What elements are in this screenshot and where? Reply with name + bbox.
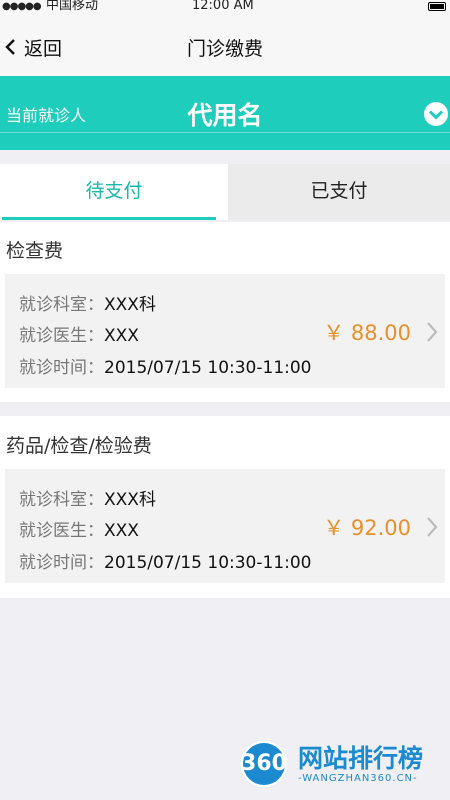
page-title: 门诊缴费 [186, 38, 263, 60]
dept-key: 就诊科室： [19, 490, 104, 510]
price: ￥ 88.00 [323, 321, 411, 345]
tab-paid[interactable]: 已支付 [228, 164, 450, 220]
bill-item[interactable]: 就诊科室：XXX科 就诊医生：XXX 就诊时间：2015/07/15 10:30… [5, 469, 445, 583]
time-key: 就诊时间： [19, 358, 104, 378]
dept-key: 就诊科室： [19, 295, 104, 315]
time-value: 2015/07/15 10:30-11:00 [104, 553, 312, 573]
watermark-text: 网站排行榜 -WANGZHAN360.CN- [298, 743, 424, 784]
battery-icon [428, 2, 446, 11]
watermark: 360 网站排行榜 -WANGZHAN360.CN- [240, 740, 424, 788]
time-row: 就诊时间：2015/07/15 10:30-11:00 [19, 548, 312, 573]
dept-value: XXX科 [104, 490, 156, 510]
bill-item[interactable]: 就诊科室：XXX科 就诊医生：XXX 就诊时间：2015/07/15 10:30… [5, 274, 445, 388]
dept-row: 就诊科室：XXX科 [19, 290, 156, 315]
doctor-row: 就诊医生：XXX [19, 321, 139, 346]
time-row: 就诊时间：2015/07/15 10:30-11:00 [19, 353, 312, 378]
tab-unpaid[interactable]: 待支付 [0, 164, 228, 220]
carrier-label: 中国移动 [46, 0, 99, 13]
signal-icon: ●●●●● [2, 1, 42, 12]
divider [0, 132, 450, 133]
doctor-value: XXX [104, 326, 139, 346]
watermark-subtitle: -WANGZHAN360.CN- [298, 772, 418, 784]
nav-bar: 返回 门诊缴费 [0, 14, 450, 76]
patient-selector[interactable]: 当前就诊人 代用名 [0, 76, 450, 150]
time-value: 2015/07/15 10:30-11:00 [104, 358, 312, 378]
tab-bar: 待支付 已支付 [0, 164, 450, 220]
doctor-key: 就诊医生： [19, 521, 104, 541]
watermark-title: 网站排行榜 [298, 743, 424, 773]
watermark-logo-icon: 360 [240, 740, 288, 788]
doctor-key: 就诊医生： [19, 326, 104, 346]
doctor-row: 就诊医生：XXX [19, 516, 139, 541]
section-title: 药品/检查/检验费 [6, 435, 152, 457]
clock: 12:00 AM [192, 0, 254, 13]
doctor-value: XXX [104, 521, 139, 541]
section-title: 检查费 [6, 240, 64, 262]
dept-row: 就诊科室：XXX科 [19, 485, 156, 510]
chevron-down-icon[interactable] [424, 102, 448, 126]
patient-name: 代用名 [187, 101, 263, 130]
price: ￥ 92.00 [323, 516, 411, 540]
chevron-right-icon [427, 517, 438, 537]
time-key: 就诊时间： [19, 553, 104, 573]
dept-value: XXX科 [104, 295, 156, 315]
chevron-right-icon [427, 322, 438, 342]
status-bar: ●●●●● 中国移动 12:00 AM [0, 0, 450, 14]
